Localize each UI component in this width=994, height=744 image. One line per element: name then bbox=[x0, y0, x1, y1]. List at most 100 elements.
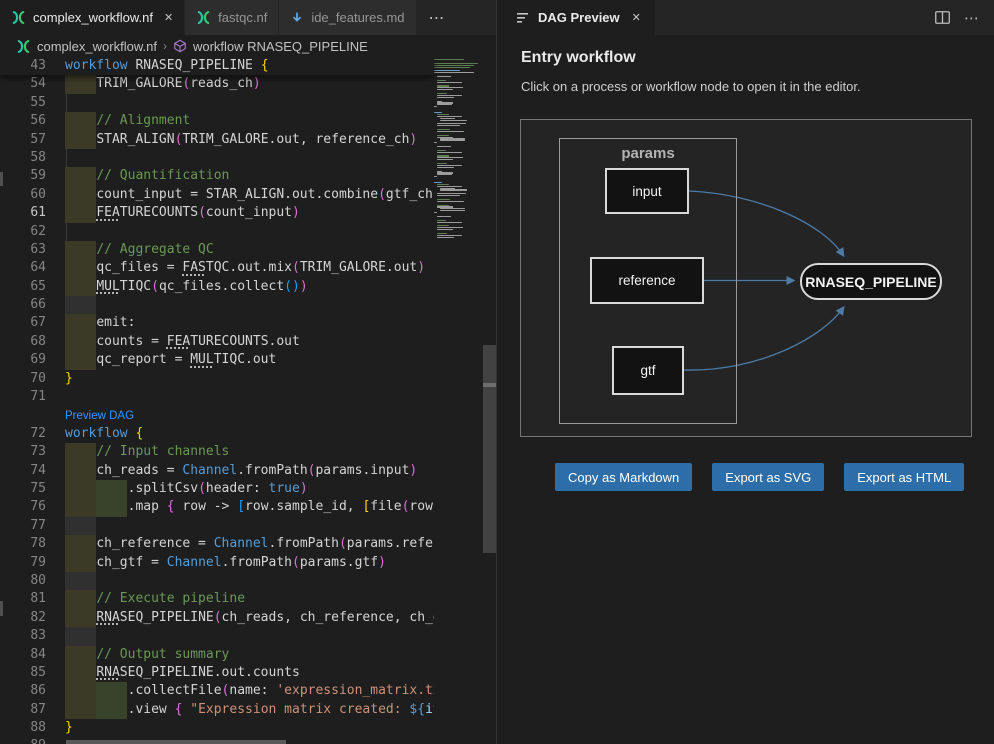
breadcrumb-file[interactable]: complex_workflow.nf bbox=[37, 39, 157, 54]
line-number: 66 bbox=[0, 296, 46, 314]
line-number: 87 bbox=[0, 701, 46, 719]
line-number: 54 bbox=[0, 75, 46, 93]
gutter-marker bbox=[0, 172, 3, 186]
code-line-56[interactable]: 56 // Alignment bbox=[0, 112, 434, 130]
panel-description: Click on a process or workflow node to o… bbox=[521, 79, 861, 94]
code-line-78[interactable]: 78 ch_reference = Channel.fromPath(param… bbox=[0, 535, 434, 553]
line-number: 89 bbox=[0, 737, 46, 744]
code-line-75[interactable]: 75 .splitCsv(header: true) bbox=[0, 480, 434, 498]
code-line-83[interactable]: 83 bbox=[0, 627, 434, 645]
line-number: 77 bbox=[0, 517, 46, 535]
line-number: 55 bbox=[0, 94, 46, 112]
export-as-html-button[interactable]: Export as HTML bbox=[844, 463, 964, 491]
vertical-scrollbar-thumb[interactable] bbox=[483, 345, 496, 553]
more-actions-icon[interactable]: ⋯ bbox=[964, 9, 980, 27]
codelens-preview-dag[interactable]: Preview DAG bbox=[0, 406, 434, 424]
code-line-74[interactable]: 74 ch_reads = Channel.fromPath(params.in… bbox=[0, 462, 434, 480]
export-button-row: Copy as Markdown Export as SVG Export as… bbox=[555, 463, 964, 491]
code-editor[interactable]: 54 TRIM_GALORE(reads_ch)5556 // Alignmen… bbox=[0, 57, 496, 744]
code-line-76[interactable]: 76 .map { row -> [row.sample_id, [file(r… bbox=[0, 498, 434, 516]
line-number: 67 bbox=[0, 314, 46, 332]
code-line-54[interactable]: 54 TRIM_GALORE(reads_ch) bbox=[0, 75, 434, 93]
code-line-61[interactable]: 61 FEATURECOUNTS(count_input) bbox=[0, 204, 434, 222]
line-number: 78 bbox=[0, 535, 46, 553]
code-line-60[interactable]: 60 count_input = STAR_ALIGN.out.combine(… bbox=[0, 186, 434, 204]
breadcrumb-symbol[interactable]: workflow RNASEQ_PIPELINE bbox=[193, 39, 368, 54]
line-number: 80 bbox=[0, 572, 46, 590]
code-line-57[interactable]: 57 STAR_ALIGN(TRIM_GALORE.out, reference… bbox=[0, 131, 434, 149]
code-line-63[interactable]: 63 // Aggregate QC bbox=[0, 241, 434, 259]
line-number: 60 bbox=[0, 186, 46, 204]
preview-list-icon bbox=[517, 12, 530, 24]
line-number: 64 bbox=[0, 259, 46, 277]
code-line-73[interactable]: 73 // Input channels bbox=[0, 443, 434, 461]
tab-label: complex_workflow.nf bbox=[33, 10, 153, 25]
minimap[interactable] bbox=[434, 57, 482, 744]
code-line-86[interactable]: 86 .collectFile(name: 'expression_matrix… bbox=[0, 682, 434, 700]
tab-fastqc[interactable]: fastqc.nf bbox=[185, 0, 279, 35]
code-line-80[interactable]: 80 bbox=[0, 572, 434, 590]
sticky-scroll-line[interactable]: 43workflow RNASEQ_PIPELINE { bbox=[0, 57, 434, 75]
dag-node-gtf[interactable]: gtf bbox=[612, 346, 684, 395]
line-number: 82 bbox=[0, 609, 46, 627]
panel-actions: ⋯ bbox=[935, 0, 994, 35]
code-lines[interactable]: 54 TRIM_GALORE(reads_ch)5556 // Alignmen… bbox=[0, 75, 434, 744]
code-line-81[interactable]: 81 // Execute pipeline bbox=[0, 590, 434, 608]
code-line-65[interactable]: 65 MULTIQC(qc_files.collect()) bbox=[0, 278, 434, 296]
split-editor-icon[interactable] bbox=[935, 11, 950, 24]
code-line-67[interactable]: 67 emit: bbox=[0, 314, 434, 332]
nextflow-file-icon bbox=[16, 39, 31, 54]
line-number: 68 bbox=[0, 333, 46, 351]
nextflow-file-icon bbox=[11, 10, 26, 25]
line-number: 84 bbox=[0, 646, 46, 664]
code-line-77[interactable]: 77 bbox=[0, 517, 434, 535]
code-line-70[interactable]: 70} bbox=[0, 370, 434, 388]
code-line-72[interactable]: 72workflow { bbox=[0, 425, 434, 443]
close-icon[interactable]: ✕ bbox=[632, 11, 641, 24]
close-icon[interactable]: ✕ bbox=[164, 11, 173, 24]
code-line-84[interactable]: 84 // Output summary bbox=[0, 646, 434, 664]
copy-as-markdown-button[interactable]: Copy as Markdown bbox=[555, 463, 692, 491]
line-number: 75 bbox=[0, 480, 46, 498]
code-line-88[interactable]: 88} bbox=[0, 719, 434, 737]
code-line-59[interactable]: 59 // Quantification bbox=[0, 167, 434, 185]
breadcrumb: complex_workflow.nf › workflow RNASEQ_PI… bbox=[0, 35, 496, 57]
code-line-58[interactable]: 58 bbox=[0, 149, 434, 167]
code-line-87[interactable]: 87 .view { "Expression matrix created: $… bbox=[0, 701, 434, 719]
line-number: 72 bbox=[0, 425, 46, 443]
code-line-66[interactable]: 66 bbox=[0, 296, 434, 314]
export-as-svg-button[interactable]: Export as SVG bbox=[712, 463, 824, 491]
line-number: 88 bbox=[0, 719, 46, 737]
tab-complex-workflow[interactable]: complex_workflow.nf ✕ bbox=[0, 0, 185, 35]
code-line-62[interactable]: 62 bbox=[0, 223, 434, 241]
line-number: 63 bbox=[0, 241, 46, 259]
line-number: 79 bbox=[0, 554, 46, 572]
code-line-82[interactable]: 82 RNASEQ_PIPELINE(ch_reads, ch_referenc… bbox=[0, 609, 434, 627]
panel-tab-label: DAG Preview bbox=[538, 10, 620, 25]
line-number: 58 bbox=[0, 149, 46, 167]
code-line-85[interactable]: 85 RNASEQ_PIPELINE.out.counts bbox=[0, 664, 434, 682]
dag-node-reference[interactable]: reference bbox=[590, 257, 704, 304]
dag-node-input[interactable]: input bbox=[605, 168, 689, 214]
line-number: 86 bbox=[0, 682, 46, 700]
code-line-69[interactable]: 69 qc_report = MULTIQC.out bbox=[0, 351, 434, 369]
dag-node-rnaseq-pipeline[interactable]: RNASEQ_PIPELINE bbox=[800, 263, 942, 300]
more-tabs-icon[interactable]: ⋯ bbox=[419, 0, 456, 35]
panel-body: Entry workflow Click on a process or wor… bbox=[497, 35, 994, 744]
code-line-79[interactable]: 79 ch_gtf = Channel.fromPath(params.gtf) bbox=[0, 554, 434, 572]
code-line-71[interactable]: 71 bbox=[0, 388, 434, 406]
code-line-55[interactable]: 55 bbox=[0, 94, 434, 112]
tab-dag-preview[interactable]: DAG Preview ✕ bbox=[497, 0, 655, 35]
dag-preview-panel: DAG Preview ✕ ⋯ Entry workflow Click on … bbox=[497, 0, 994, 744]
line-number: 57 bbox=[0, 131, 46, 149]
line-number: 71 bbox=[0, 388, 46, 406]
horizontal-scrollbar-thumb[interactable] bbox=[66, 740, 286, 744]
tab-ide-features[interactable]: ide_features.md bbox=[279, 0, 416, 35]
line-number: 85 bbox=[0, 664, 46, 682]
line-number: 43 bbox=[0, 57, 46, 75]
line-number: 59 bbox=[0, 167, 46, 185]
code-line-68[interactable]: 68 counts = FEATURECOUNTS.out bbox=[0, 333, 434, 351]
code-line-64[interactable]: 64 qc_files = FASTQC.out.mix(TRIM_GALORE… bbox=[0, 259, 434, 277]
line-number: 62 bbox=[0, 223, 46, 241]
editor-group: complex_workflow.nf ✕ fastqc.nf ide_feat… bbox=[0, 0, 497, 744]
